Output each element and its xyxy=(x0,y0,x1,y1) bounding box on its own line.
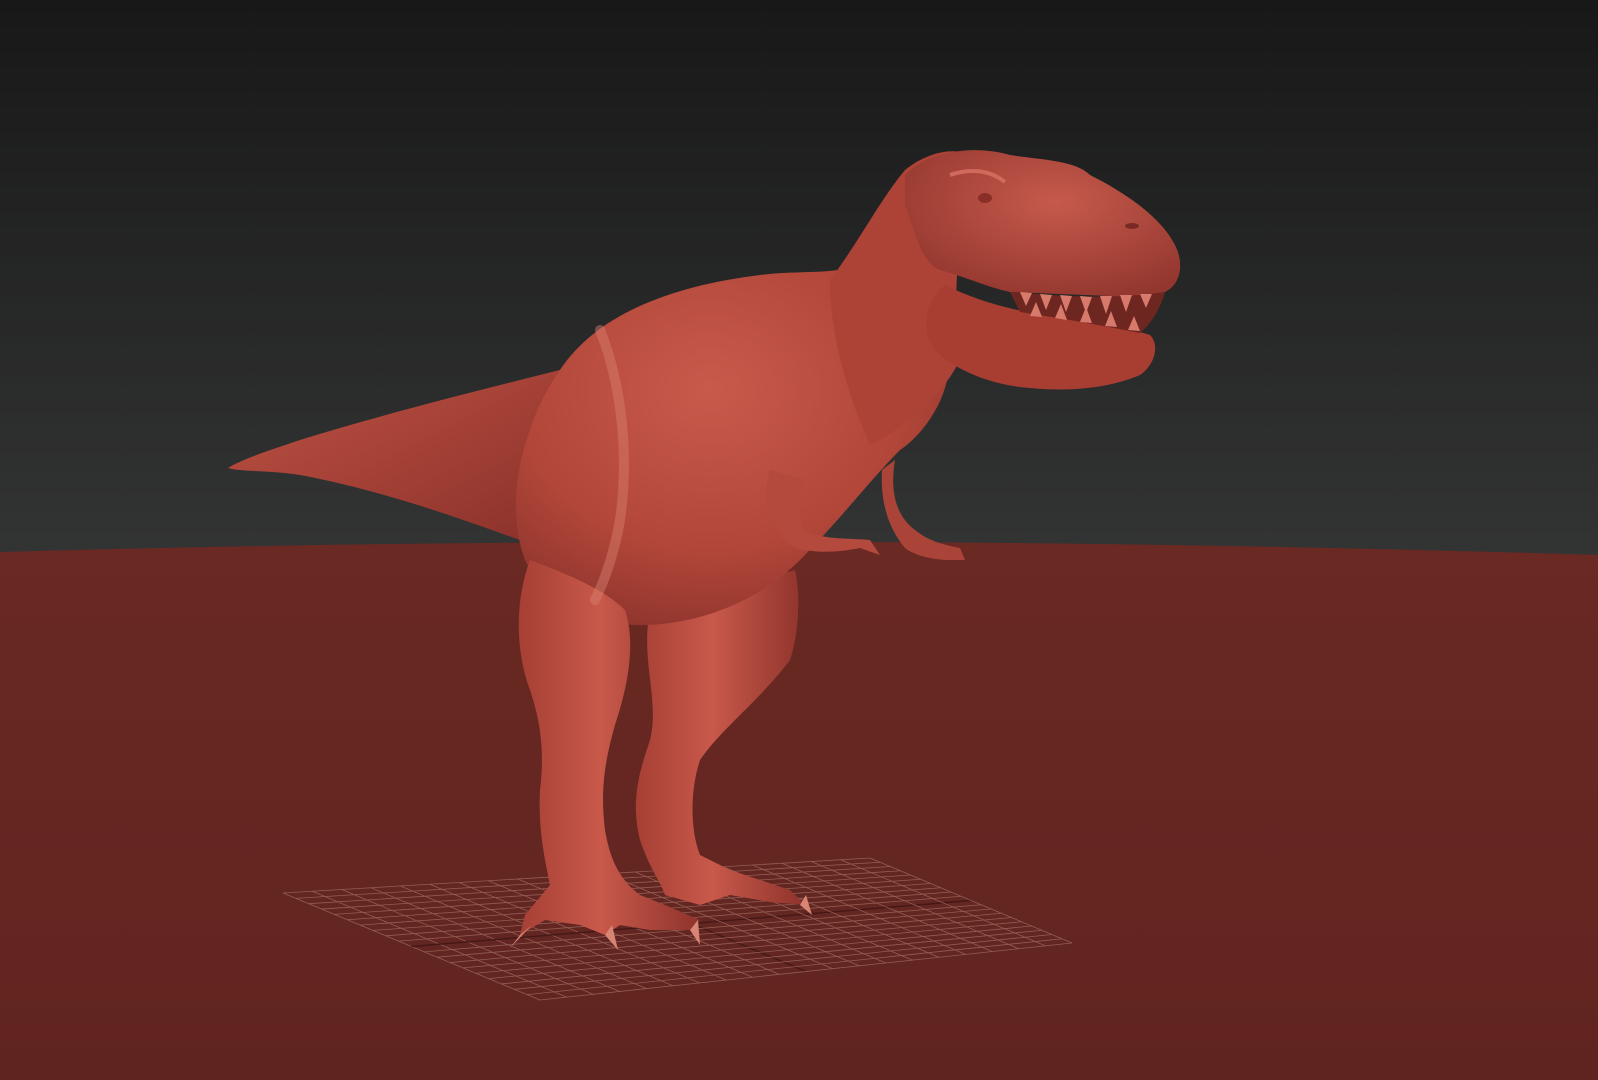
3d-viewport[interactable] xyxy=(0,0,1598,1080)
ground-plane xyxy=(0,541,1598,1080)
viewport-canvas[interactable] xyxy=(0,0,1598,1080)
trex-nostril xyxy=(1125,223,1139,229)
trex-eye xyxy=(978,193,992,203)
